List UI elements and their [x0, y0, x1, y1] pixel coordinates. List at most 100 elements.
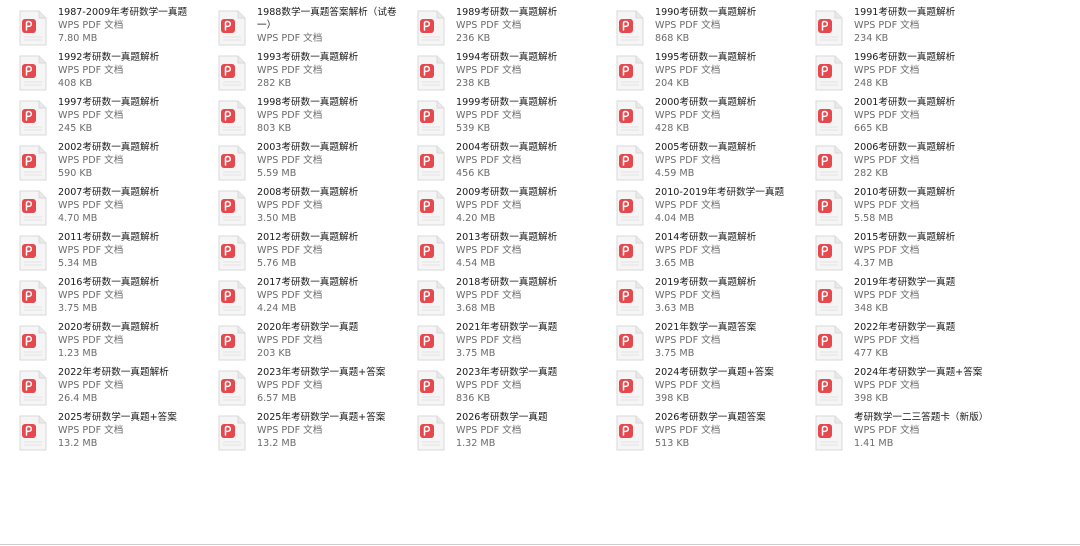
file-type: WPS PDF 文档	[58, 245, 124, 256]
pdf-file-icon	[615, 55, 645, 91]
file-item[interactable]: 1991考研数一真题解析 WPS PDF 文档 234 KB	[799, 6, 989, 50]
file-size: 204 KB	[655, 78, 690, 89]
file-item[interactable]: 2016考研数一真题解析 WPS PDF 文档 3.75 MB	[3, 276, 193, 320]
file-item[interactable]: 2003考研数一真题解析 WPS PDF 文档 5.59 MB	[202, 141, 392, 185]
file-item[interactable]: 1989考研数一真题解析 WPS PDF 文档 236 KB	[401, 6, 591, 50]
file-size: 13.2 MB	[58, 438, 98, 449]
file-type: WPS PDF 文档	[257, 200, 323, 211]
file-name: 2020考研数一真题解析	[58, 322, 160, 333]
file-item[interactable]: 2024考研数学一真题+答案 WPS PDF 文档 398 KB	[600, 366, 790, 410]
file-item[interactable]: 1998考研数一真题解析 WPS PDF 文档 803 KB	[202, 96, 392, 140]
file-type: WPS PDF 文档	[456, 65, 522, 76]
file-item[interactable]: 2007考研数一真题解析 WPS PDF 文档 4.70 MB	[3, 186, 193, 230]
file-item[interactable]: 2004考研数一真题解析 WPS PDF 文档 456 KB	[401, 141, 591, 185]
pdf-file-icon	[18, 280, 48, 316]
file-item[interactable]: 1990考研数一真题解析 WPS PDF 文档 868 KB	[600, 6, 790, 50]
file-size: 4.24 MB	[257, 303, 297, 314]
file-item[interactable]: 2022年考研数学一真题 WPS PDF 文档 477 KB	[799, 321, 989, 365]
pdf-file-icon	[814, 55, 844, 91]
file-item[interactable]: 2002考研数一真题解析 WPS PDF 文档 590 KB	[3, 141, 193, 185]
file-type: WPS PDF 文档	[58, 110, 124, 121]
pdf-file-icon	[814, 190, 844, 226]
pdf-file-icon	[814, 415, 844, 451]
file-item[interactable]: 2025考研数学一真题+答案 WPS PDF 文档 13.2 MB	[3, 411, 193, 455]
file-item[interactable]: 2001考研数一真题解析 WPS PDF 文档 665 KB	[799, 96, 989, 140]
file-item[interactable]: 2026考研数学一真题答案 WPS PDF 文档 513 KB	[600, 411, 790, 455]
file-item[interactable]: 2024年考研数学一真题+答案 WPS PDF 文档 398 KB	[799, 366, 989, 410]
file-item[interactable]: 2020年考研数学一真题 WPS PDF 文档 203 KB	[202, 321, 392, 365]
file-item[interactable]: 2020考研数一真题解析 WPS PDF 文档 1.23 MB	[3, 321, 193, 365]
file-item[interactable]: 2023年考研数学一真题+答案 WPS PDF 文档 6.57 MB	[202, 366, 392, 410]
file-item[interactable]: 1987-2009年考研数学一真题 WPS PDF 文档 7.80 MB	[3, 6, 193, 50]
file-item[interactable]: 2013考研数一真题解析 WPS PDF 文档 4.54 MB	[401, 231, 591, 275]
file-name: 2022年考研数一真题解析	[58, 367, 169, 378]
file-item[interactable]: 1997考研数一真题解析 WPS PDF 文档 245 KB	[3, 96, 193, 140]
file-type: WPS PDF 文档	[854, 110, 920, 121]
file-item[interactable]: 2000考研数一真题解析 WPS PDF 文档 428 KB	[600, 96, 790, 140]
file-name: 2011考研数一真题解析	[58, 232, 160, 243]
file-item[interactable]: 1995考研数一真题解析 WPS PDF 文档 204 KB	[600, 51, 790, 95]
file-item[interactable]: 2023年考研数学一真题 WPS PDF 文档 836 KB	[401, 366, 591, 410]
file-item[interactable]: 1988数学一真题答案解析（试卷一） WPS PDF 文档	[202, 6, 397, 50]
file-item[interactable]: 2017考研数一真题解析 WPS PDF 文档 4.24 MB	[202, 276, 392, 320]
pdf-file-icon	[814, 325, 844, 361]
file-item[interactable]: 2019年考研数学一真题 WPS PDF 文档 348 KB	[799, 276, 989, 320]
pdf-file-icon	[217, 145, 247, 181]
file-item[interactable]: 2018考研数一真题解析 WPS PDF 文档 3.68 MB	[401, 276, 591, 320]
file-item[interactable]: 2012考研数一真题解析 WPS PDF 文档 5.76 MB	[202, 231, 392, 275]
file-type: WPS PDF 文档	[854, 290, 920, 301]
file-item[interactable]: 2021年考研数学一真题 WPS PDF 文档 3.75 MB	[401, 321, 591, 365]
file-item[interactable]: 1994考研数一真题解析 WPS PDF 文档 238 KB	[401, 51, 591, 95]
file-name: 1993考研数一真题解析	[257, 52, 359, 63]
file-item[interactable]: 2015考研数一真题解析 WPS PDF 文档 4.37 MB	[799, 231, 989, 275]
file-type: WPS PDF 文档	[854, 20, 920, 31]
file-size: 3.75 MB	[456, 348, 496, 359]
file-name: 2023年考研数学一真题+答案	[257, 367, 386, 378]
file-type: WPS PDF 文档	[58, 425, 124, 436]
file-item[interactable]: 2009考研数一真题解析 WPS PDF 文档 4.20 MB	[401, 186, 591, 230]
file-type: WPS PDF 文档	[257, 155, 323, 166]
file-size: 7.80 MB	[58, 33, 98, 44]
pdf-file-icon	[18, 370, 48, 406]
file-item[interactable]: 2014考研数一真题解析 WPS PDF 文档 3.65 MB	[600, 231, 790, 275]
file-item[interactable]: 1993考研数一真题解析 WPS PDF 文档 282 KB	[202, 51, 392, 95]
file-item[interactable]: 1996考研数一真题解析 WPS PDF 文档 248 KB	[799, 51, 989, 95]
file-item[interactable]: 2008考研数一真题解析 WPS PDF 文档 3.50 MB	[202, 186, 392, 230]
file-size: 4.20 MB	[456, 213, 496, 224]
pdf-file-icon	[18, 100, 48, 136]
file-item[interactable]: 2026考研数学一真题 WPS PDF 文档 1.32 MB	[401, 411, 591, 455]
file-item[interactable]: 2022年考研数一真题解析 WPS PDF 文档 26.4 MB	[3, 366, 193, 410]
file-item[interactable]: 2010考研数一真题解析 WPS PDF 文档 5.58 MB	[799, 186, 989, 230]
file-item[interactable]: 2006考研数一真题解析 WPS PDF 文档 282 KB	[799, 141, 989, 185]
file-size: 203 KB	[257, 348, 292, 359]
file-item[interactable]: 考研数学一二三答题卡（新版） WPS PDF 文档 1.41 MB	[799, 411, 989, 455]
file-item[interactable]: 2005考研数一真题解析 WPS PDF 文档 4.59 MB	[600, 141, 790, 185]
pdf-file-icon	[416, 190, 446, 226]
pdf-file-icon	[18, 145, 48, 181]
file-name: 2002考研数一真题解析	[58, 142, 160, 153]
file-name: 2019年考研数学一真题	[854, 277, 956, 288]
pdf-file-icon	[217, 280, 247, 316]
file-type: WPS PDF 文档	[655, 65, 721, 76]
file-item[interactable]: 2021年数学一真题答案 WPS PDF 文档 3.75 MB	[600, 321, 790, 365]
file-item[interactable]: 2019考研数一真题解析 WPS PDF 文档 3.63 MB	[600, 276, 790, 320]
pdf-file-icon	[416, 325, 446, 361]
file-item[interactable]: 1999考研数一真题解析 WPS PDF 文档 539 KB	[401, 96, 591, 140]
file-name: 2016考研数一真题解析	[58, 277, 160, 288]
file-type: WPS PDF 文档	[257, 65, 323, 76]
file-item[interactable]: 1992考研数一真题解析 WPS PDF 文档 408 KB	[3, 51, 193, 95]
file-size: 398 KB	[655, 393, 690, 404]
file-item[interactable]: 2010-2019年考研数学一真题 WPS PDF 文档 4.04 MB	[600, 186, 790, 230]
file-type: WPS PDF 文档	[58, 65, 124, 76]
file-size: 3.75 MB	[655, 348, 695, 359]
file-item[interactable]: 2011考研数一真题解析 WPS PDF 文档 5.34 MB	[3, 231, 193, 275]
file-item[interactable]: 2025年考研数学一真题+答案 WPS PDF 文档 13.2 MB	[202, 411, 392, 455]
pdf-file-icon	[416, 415, 446, 451]
file-name: 2025考研数学一真题+答案	[58, 412, 177, 423]
file-size: 408 KB	[58, 78, 93, 89]
file-name: 2003考研数一真题解析	[257, 142, 359, 153]
file-name: 2004考研数一真题解析	[456, 142, 558, 153]
pdf-file-icon	[814, 100, 844, 136]
file-size: 3.50 MB	[257, 213, 297, 224]
file-name: 1990考研数一真题解析	[655, 7, 757, 18]
